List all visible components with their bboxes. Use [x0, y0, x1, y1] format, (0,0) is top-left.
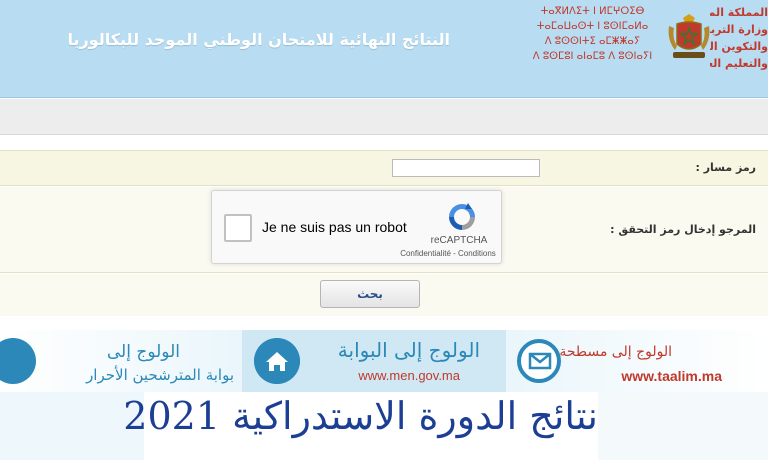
ministry-line-1: المملكة المغربية — [710, 6, 768, 19]
tifinagh-line-4: ⴷ ⵓⵙⵎⵓⵏ ⴰⵏⴰⵎⵓ ⴷ ⵓⵙⵏⴰⵢⵏ — [532, 51, 653, 62]
recaptcha-checkbox[interactable] — [224, 214, 252, 242]
recaptcha-checkbox-label: Je ne suis pas un robot — [262, 219, 407, 235]
tile2-url: www.men.gov.ma — [358, 368, 460, 383]
recaptcha-privacy-links[interactable]: Confidentialité - Conditions — [392, 249, 504, 258]
tile2-title: الولوج إلى البوابة — [337, 338, 480, 362]
navigation-bar — [0, 99, 768, 135]
taalim-platform-link[interactable]: الولوج إلى مسطحة www.taalim.ma — [506, 330, 768, 392]
tile3-title: الولوج إلى مسطحة — [559, 344, 672, 360]
tile1-title: الولوج إلى — [106, 342, 180, 362]
search-button[interactable]: بحث — [320, 280, 420, 308]
tile3-url: www.taalim.ma — [621, 368, 722, 384]
recaptcha-logo-icon — [449, 203, 475, 230]
ministry-name: المملكة المغربية وزارة التربية الوطنية و… — [710, 4, 768, 72]
massar-code-input[interactable] — [392, 159, 540, 177]
captcha-label: المرجو إدخال رمز التحقق : — [610, 223, 756, 236]
portal-links-banner: الولوج إلى بوابة المترشحين الأحرار الولو… — [0, 330, 768, 392]
captcha-row: Je ne suis pas un robot reCAPTCHA Confid… — [0, 187, 768, 273]
morocco-coat-of-arms-icon — [668, 14, 710, 58]
recaptcha-widget: Je ne suis pas un robot reCAPTCHA Confid… — [211, 190, 502, 264]
massar-label: رمز مسار : — [695, 161, 756, 174]
results-search-form: رمز مسار : Je ne suis pas un robot reCAP… — [0, 150, 768, 316]
men-portal-link[interactable]: الولوج إلى البوابة www.men.gov.ma — [242, 330, 506, 392]
recaptcha-brand: reCAPTCHA — [430, 235, 488, 246]
mail-icon — [517, 339, 561, 383]
results-caption: نتائج الدورة الاستدراكية 2021 — [123, 392, 598, 444]
home-icon — [254, 338, 300, 384]
tifinagh-line-3: ⴷ ⵓⵙⵙⵏⵜⵉ ⴰⵎⵥⵥⴰⵢ — [544, 36, 641, 47]
site-header: النتائج النهائية للامتحان الوطني الموحد … — [0, 0, 768, 98]
ministry-line-2: وزارة التربية الوطنية — [710, 23, 768, 36]
page-title: النتائج النهائية للامتحان الوطني الموحد … — [67, 30, 450, 49]
tifinagh-line-2: ⵜⴰⵎⴰⵡⴰⵙⵜ ⵏ ⵓⵙⵏⵎⴰⵍⴰ — [536, 21, 649, 32]
users-icon — [0, 338, 36, 384]
tifinagh-ministry-name: ⵜⴰⴳⵍⴷⵉⵜ ⵏ ⵍⵎⵖⵔⵉⴱ ⵜⴰⵎⴰⵡⴰⵙⵜ ⵏ ⵓⵙⵏⵎⴰⵍⴰ ⴷ ⵓⵙ… — [520, 4, 665, 64]
tile1-subtitle: بوابة المترشحين الأحرار — [86, 366, 234, 384]
submit-row: بحث — [0, 274, 768, 316]
free-candidates-portal-link[interactable]: الولوج إلى بوابة المترشحين الأحرار — [0, 330, 242, 392]
ministry-line-4: والتعليم العالي والبحث العلمي — [710, 57, 768, 70]
massar-row: رمز مسار : — [0, 150, 768, 186]
caption-text: نتائج الدورة الاستدراكية 2021 — [123, 394, 598, 438]
caption-background-right — [598, 392, 768, 460]
tifinagh-line-1: ⵜⴰⴳⵍⴷⵉⵜ ⵏ ⵍⵎⵖⵔⵉⴱ — [540, 6, 645, 17]
ministry-line-3: والتكوين المهني — [710, 40, 768, 53]
